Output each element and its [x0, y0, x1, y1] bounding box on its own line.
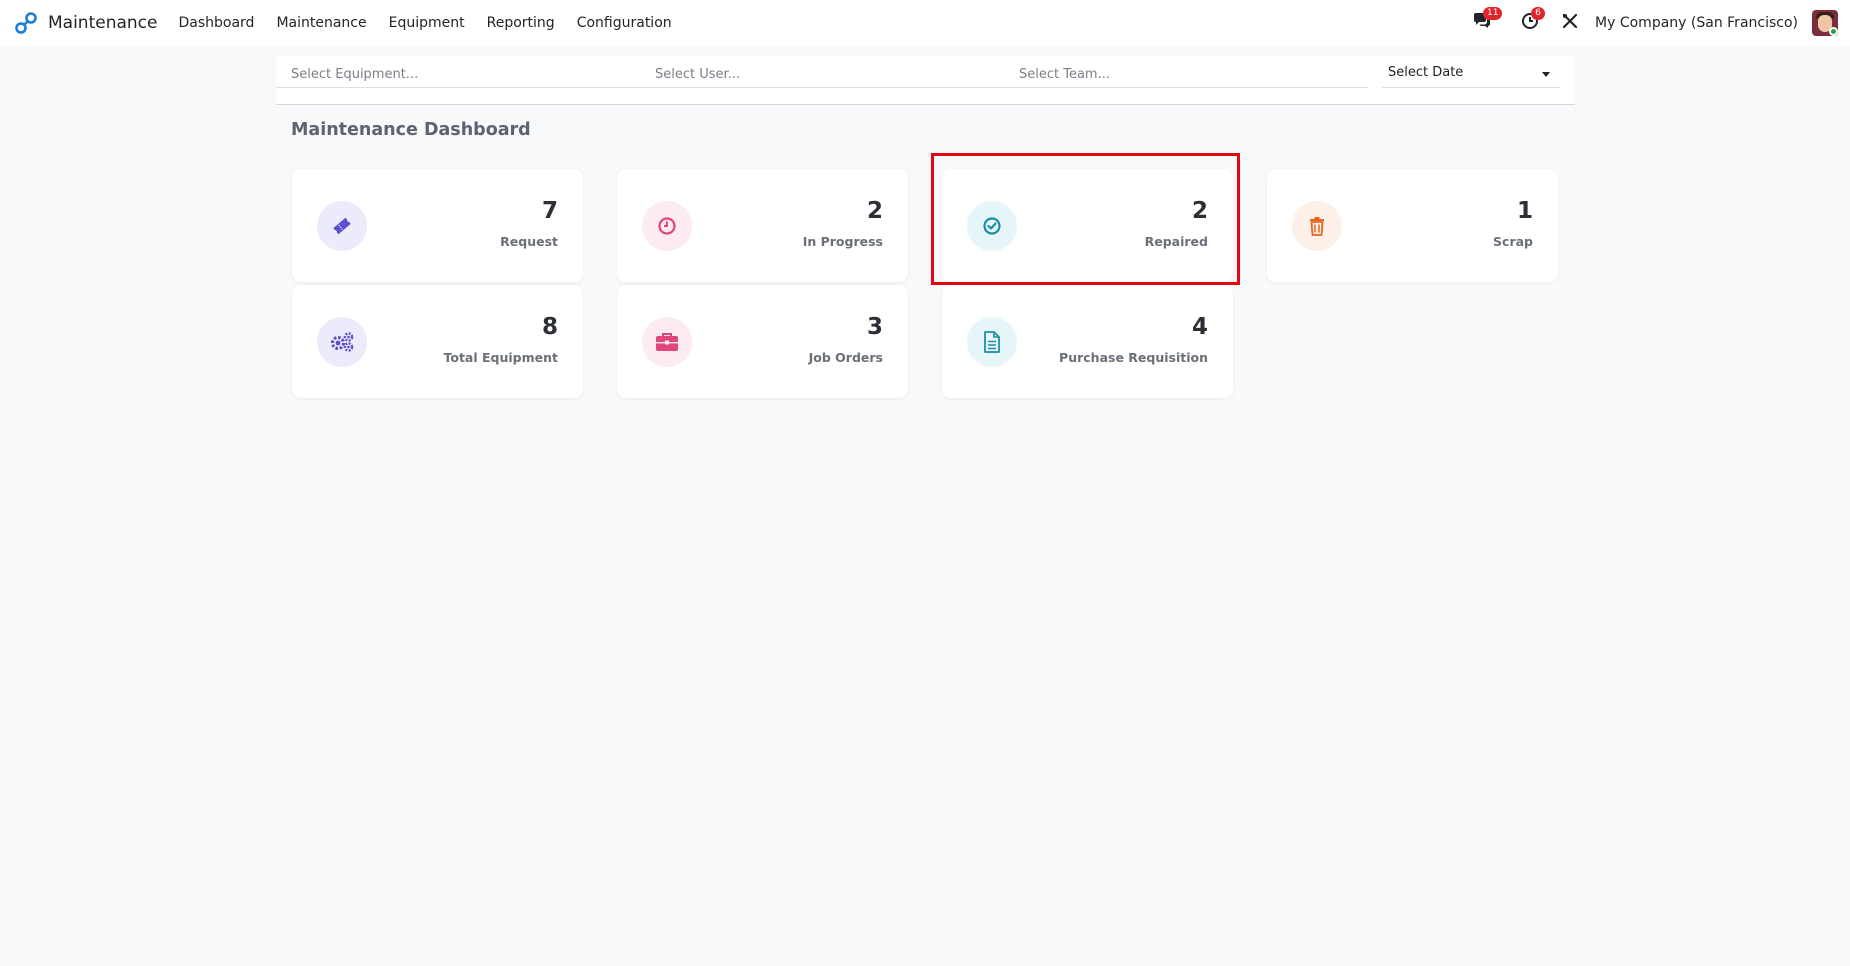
trash-icon	[1292, 201, 1342, 251]
clock-icon	[642, 201, 692, 251]
menu-item-reporting[interactable]: Reporting	[487, 15, 555, 31]
repaired-label: Repaired	[1144, 234, 1208, 249]
card-job-orders[interactable]: 3 Job Orders	[617, 285, 908, 398]
page-title: Maintenance Dashboard	[291, 120, 531, 140]
scrap-count: 1	[1516, 198, 1533, 224]
caret-down-icon	[1542, 72, 1550, 77]
scrap-label: Scrap	[1493, 234, 1533, 249]
card-purchase-requisition[interactable]: 4 Purchase Requisition	[942, 285, 1233, 398]
debug-tools-button[interactable]	[1557, 10, 1583, 36]
activities-button[interactable]: 6	[1517, 7, 1546, 36]
request-label: Request	[500, 234, 558, 249]
odoo-link-logo-icon	[14, 11, 38, 35]
in-progress-label: In Progress	[802, 234, 883, 249]
request-count: 7	[541, 198, 558, 224]
activities-badge: 6	[1531, 7, 1546, 20]
card-scrap[interactable]: 1 Scrap	[1267, 169, 1558, 282]
repaired-count: 2	[1191, 198, 1208, 224]
main-menu: Dashboard Maintenance Equipment Reportin…	[178, 15, 693, 31]
app-name: Maintenance	[48, 13, 158, 33]
gears-icon	[317, 317, 367, 367]
team-filter-input[interactable]	[1004, 65, 1368, 88]
job-orders-count: 3	[866, 314, 883, 340]
card-request[interactable]: 7 Request	[292, 169, 583, 282]
ticket-icon	[317, 201, 367, 251]
user-filter-input[interactable]	[640, 65, 1004, 88]
company-switcher[interactable]: My Company (San Francisco)	[1595, 15, 1798, 31]
menu-item-maintenance[interactable]: Maintenance	[276, 15, 366, 31]
total-equipment-count: 8	[541, 314, 558, 340]
top-navbar: Maintenance Dashboard Maintenance Equipm…	[0, 0, 1850, 46]
app-brand[interactable]: Maintenance	[14, 0, 157, 46]
menu-item-equipment[interactable]: Equipment	[389, 15, 465, 31]
check-circle-icon	[967, 201, 1017, 251]
filter-bar: Select Date	[276, 56, 1575, 105]
job-orders-label: Job Orders	[808, 350, 883, 365]
card-in-progress[interactable]: 2 In Progress	[617, 169, 908, 282]
briefcase-icon	[642, 317, 692, 367]
user-avatar[interactable]	[1812, 10, 1838, 36]
systray: 11 6 My Company (San Francisco)	[1469, 0, 1850, 46]
equipment-filter-input[interactable]	[276, 65, 646, 88]
total-equipment-label: Total Equipment	[443, 350, 559, 365]
document-icon	[967, 317, 1017, 367]
purchase-requisition-count: 4	[1191, 314, 1208, 340]
date-filter-value: Select Date	[1388, 65, 1464, 80]
menu-item-dashboard[interactable]: Dashboard	[178, 15, 254, 31]
online-status-indicator	[1829, 27, 1838, 36]
card-repaired[interactable]: 2 Repaired	[942, 169, 1233, 282]
date-filter-select[interactable]: Select Date	[1382, 65, 1560, 88]
messages-badge: 11	[1483, 7, 1503, 20]
menu-item-configuration[interactable]: Configuration	[577, 15, 672, 31]
card-total-equipment[interactable]: 8 Total Equipment	[292, 285, 583, 398]
in-progress-count: 2	[866, 198, 883, 224]
purchase-requisition-label: Purchase Requisition	[1059, 350, 1208, 365]
tools-icon	[1562, 13, 1578, 33]
messages-button[interactable]: 11	[1469, 7, 1503, 36]
